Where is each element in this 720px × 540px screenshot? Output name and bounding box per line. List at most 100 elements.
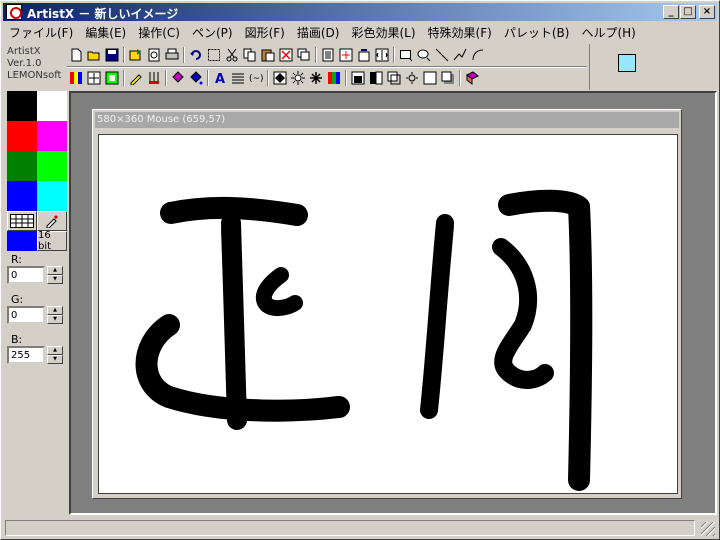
spin-down-icon[interactable]: ▼: [47, 275, 63, 284]
svg-text:A: A: [215, 72, 225, 85]
toolbar-separator: [265, 69, 271, 87]
sparkle-icon[interactable]: [85, 69, 103, 87]
fill-bucket-icon[interactable]: [169, 69, 187, 87]
color-palette: [7, 91, 67, 211]
palette-color-white[interactable]: [37, 91, 67, 121]
minimize-button[interactable]: _: [663, 5, 679, 19]
document-icon[interactable]: [319, 46, 337, 64]
copy-icon[interactable]: [241, 46, 259, 64]
menu-color-effect[interactable]: 彩色効果(L): [345, 24, 421, 41]
print-preview-icon[interactable]: [145, 46, 163, 64]
curve-tool-icon[interactable]: [469, 46, 487, 64]
lines-pattern-icon[interactable]: [229, 69, 247, 87]
red-control: R: ▲▼: [7, 253, 63, 284]
blue-input[interactable]: [7, 346, 45, 364]
app-name: ArtistX: [7, 46, 41, 57]
blue-control: B: ▲▼: [7, 333, 63, 364]
grid-icon: [10, 214, 34, 228]
shadow-icon[interactable]: [439, 69, 457, 87]
help-book-icon[interactable]: [463, 69, 481, 87]
menu-help[interactable]: ヘルプ(H): [575, 24, 641, 41]
green-spinner[interactable]: ▲ ▼: [47, 306, 63, 324]
resize-icon[interactable]: [337, 46, 355, 64]
spin-down-icon[interactable]: ▼: [47, 315, 63, 324]
menu-operation[interactable]: 操作(C): [132, 24, 186, 41]
curly-pattern-icon[interactable]: (~): [247, 69, 265, 87]
document-title[interactable]: 580×360 Mouse (659,57): [95, 112, 679, 128]
line-tool-icon[interactable]: [433, 46, 451, 64]
menu-bar: ファイル(F) 編集(E) 操作(C) ペン(P) 図形(F) 描画(D) 彩色…: [3, 22, 717, 42]
gear-icon[interactable]: [403, 69, 421, 87]
new-file-icon[interactable]: [67, 46, 85, 64]
frame-icon[interactable]: [349, 69, 367, 87]
palette-color-cyan[interactable]: [37, 181, 67, 211]
close-button[interactable]: ×: [699, 5, 715, 19]
status-field: [5, 520, 695, 536]
cut-icon[interactable]: [223, 46, 241, 64]
palette-color-lime[interactable]: [37, 151, 67, 181]
brush-icon[interactable]: [145, 69, 163, 87]
split-icon[interactable]: [367, 69, 385, 87]
maximize-button[interactable]: □: [680, 5, 696, 19]
star-effect-icon[interactable]: [307, 69, 325, 87]
duplicate-icon[interactable]: [295, 46, 313, 64]
sun-effect-icon[interactable]: [289, 69, 307, 87]
delete-icon[interactable]: [277, 46, 295, 64]
document-window: 580×360 Mouse (659,57): [92, 109, 682, 499]
palette-color-blue[interactable]: [7, 181, 37, 211]
spin-up-icon[interactable]: ▲: [47, 306, 63, 315]
menu-palette[interactable]: パレット(B): [498, 24, 576, 41]
spin-down-icon[interactable]: ▼: [47, 355, 63, 364]
save-disk-icon[interactable]: [103, 46, 121, 64]
print-icon[interactable]: [163, 46, 181, 64]
current-color-swatch[interactable]: [618, 54, 636, 72]
red-spinner[interactable]: ▲ ▼: [47, 266, 63, 284]
red-input[interactable]: [7, 266, 45, 284]
spray-icon[interactable]: [187, 69, 205, 87]
gradient-icon[interactable]: [103, 69, 121, 87]
app-icon[interactable]: [6, 4, 22, 20]
menu-shape[interactable]: 図形(F): [239, 24, 291, 41]
menu-edit[interactable]: 編集(E): [79, 24, 132, 41]
invert-icon[interactable]: [271, 69, 289, 87]
green-control: G: ▲▼: [7, 293, 63, 324]
menu-draw[interactable]: 描画(D): [291, 24, 346, 41]
palette-color-green[interactable]: [7, 151, 37, 181]
text-tool-icon[interactable]: A: [211, 69, 229, 87]
select-rect-icon[interactable]: [205, 46, 223, 64]
grid-palette-button[interactable]: [7, 211, 37, 231]
rotate-icon[interactable]: [355, 46, 373, 64]
undo-icon[interactable]: [187, 46, 205, 64]
color-balance-icon[interactable]: [325, 69, 343, 87]
green-input[interactable]: [7, 306, 45, 324]
open-folder-icon[interactable]: [85, 46, 103, 64]
rect-tool-icon[interactable]: [397, 46, 415, 64]
resize-grip-icon[interactable]: [701, 522, 715, 536]
paste-icon[interactable]: [259, 46, 277, 64]
menu-file[interactable]: ファイル(F): [3, 24, 79, 41]
polyline-tool-icon[interactable]: [451, 46, 469, 64]
ellipse-tool-icon[interactable]: [415, 46, 433, 64]
menu-special-effect[interactable]: 特殊効果(F): [422, 24, 498, 41]
canvas-size-icon[interactable]: [421, 69, 439, 87]
mosaic-icon[interactable]: [67, 69, 85, 87]
flip-icon[interactable]: [373, 46, 391, 64]
palette-color-red[interactable]: [7, 121, 37, 151]
bit-depth-button[interactable]: 16 bit: [37, 230, 67, 252]
pencil-icon[interactable]: [127, 69, 145, 87]
palette-color-magenta[interactable]: [37, 121, 67, 151]
window-title: ArtistX － 新しいイメージ: [27, 7, 179, 21]
drawing-canvas[interactable]: [98, 134, 678, 494]
eyedropper-button[interactable]: [37, 211, 67, 231]
title-bar[interactable]: ArtistX － 新しいイメージ _ □ ×: [3, 3, 717, 21]
menu-pen[interactable]: ペン(P): [186, 24, 239, 41]
blue-spinner[interactable]: ▲ ▼: [47, 346, 63, 364]
spin-up-icon[interactable]: ▲: [47, 266, 63, 275]
selected-color-swatch[interactable]: [7, 231, 37, 251]
import-icon[interactable]: [127, 46, 145, 64]
app-version: Ver.1.0: [7, 58, 42, 69]
palette-color-black[interactable]: [7, 91, 37, 121]
layer-icon[interactable]: [385, 69, 403, 87]
spin-up-icon[interactable]: ▲: [47, 346, 63, 355]
app-info: ArtistX Ver.1.0 LEMONsoft: [7, 46, 67, 82]
